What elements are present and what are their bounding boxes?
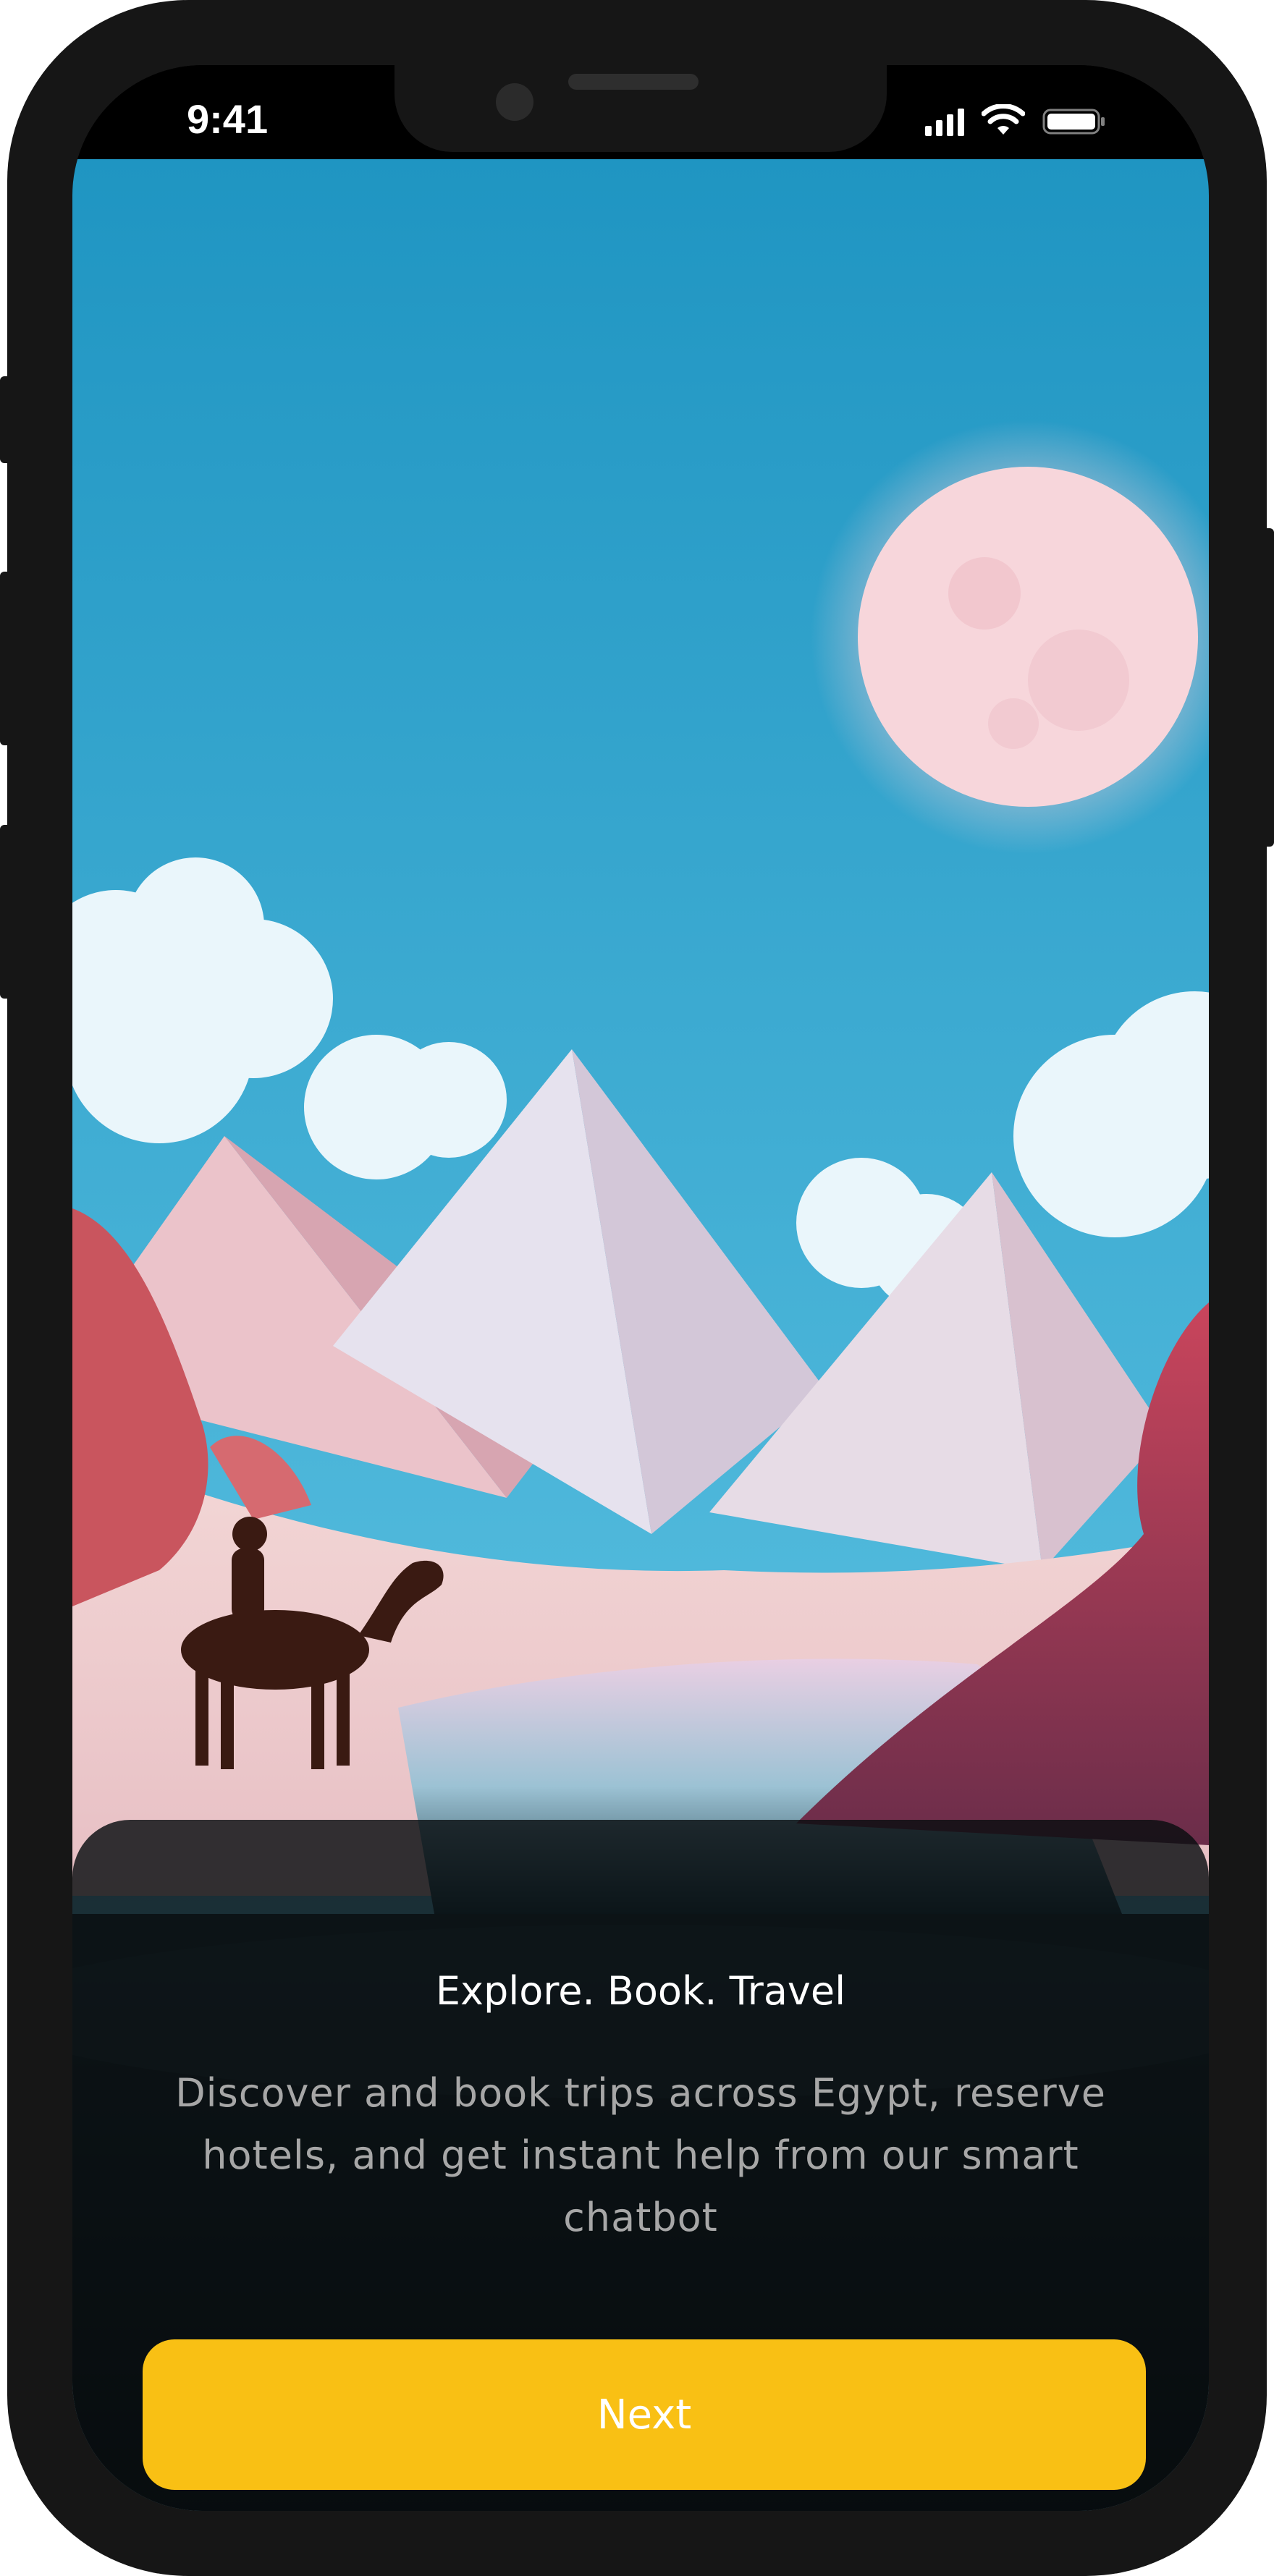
onboarding-title: Explore. Book. Travel	[435, 1968, 846, 2014]
status-time: 9:41	[187, 96, 269, 142]
volume-down-button	[0, 825, 17, 999]
mute-switch	[0, 376, 17, 463]
next-button[interactable]: Next	[143, 2339, 1146, 2490]
screen: 9:41 Explore. Book. Travel Discover and …	[72, 65, 1209, 2511]
volume-up-button	[0, 572, 17, 745]
phone-frame: 9:41 Explore. Book. Travel Discover and …	[0, 0, 1274, 2576]
notch	[395, 65, 887, 152]
signal-icon	[925, 107, 964, 136]
onboarding-description: Discover and book trips across Egypt, re…	[175, 2070, 1106, 2240]
power-button	[1257, 528, 1274, 847]
front-camera	[496, 83, 533, 121]
onboarding-card: Explore. Book. Travel Discover and book …	[72, 1820, 1209, 2511]
status-icons	[925, 104, 1108, 136]
battery-icon	[1042, 109, 1105, 135]
status-bar: 9:41	[72, 65, 1209, 159]
earpiece-speaker	[568, 74, 699, 90]
wifi-icon	[982, 104, 1025, 135]
